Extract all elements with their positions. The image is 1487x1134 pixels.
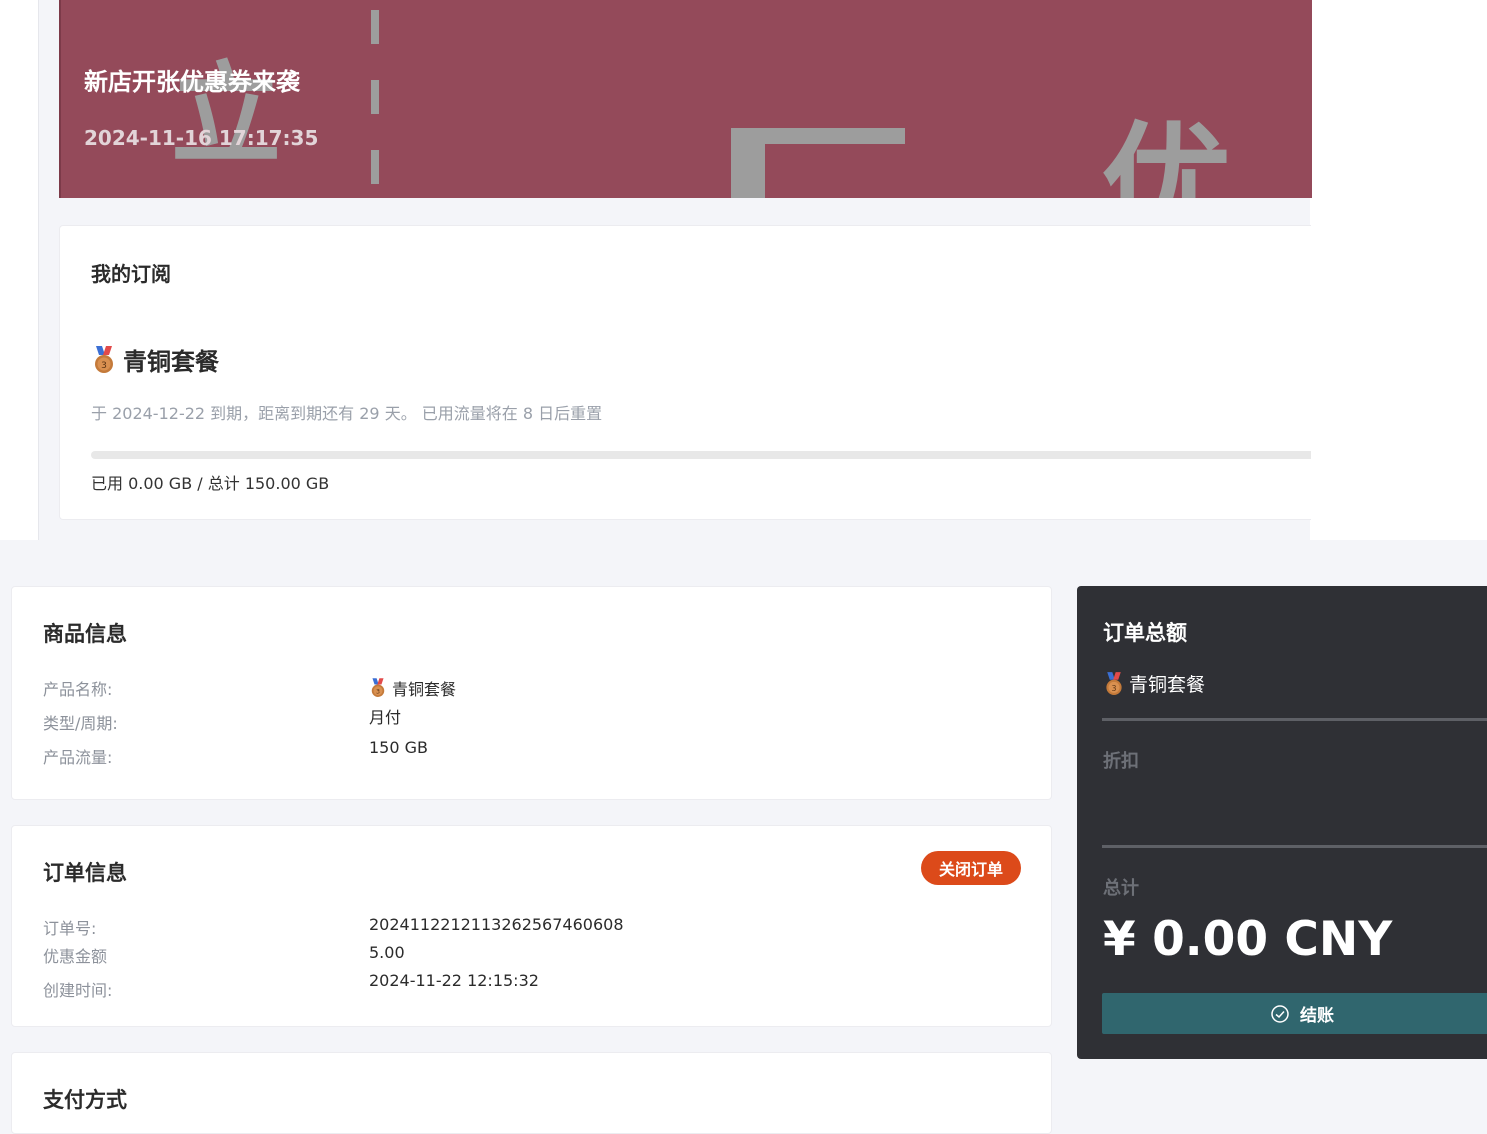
total-amount: ¥ 0.00 CNY (1103, 912, 1393, 967)
created-time-value: 2024-11-22 12:15:32 (369, 971, 539, 990)
summary-item-name: 青铜套餐 (1129, 674, 1206, 696)
product-name-text: 青铜套餐 (392, 680, 457, 699)
traffic-value: 150 GB (369, 738, 428, 757)
plan-name: 青铜套餐 (123, 348, 219, 376)
bronze-medal-icon: 3 (371, 678, 385, 697)
banner-title: 新店开张优惠券来袭 (84, 68, 300, 96)
usage-text: 已用 0.00 GB / 总计 150.00 GB (91, 474, 330, 493)
close-order-button[interactable]: 关闭订单 (920, 851, 1021, 885)
cycle-label: 类型/周期: (43, 714, 118, 733)
created-time-label: 创建时间: (43, 981, 113, 1000)
bronze-medal-icon: 3 (95, 345, 113, 373)
order-summary-panel: 订单总额 3 青铜套餐 折扣 总计 ¥ 0.00 CNY 结账 (1077, 586, 1487, 1059)
summary-title: 订单总额 (1103, 621, 1187, 645)
discount-amount-value: 5.00 (369, 943, 405, 962)
svg-text:3: 3 (1112, 683, 1117, 692)
total-label: 总计 (1103, 878, 1139, 899)
payment-method-title: 支付方式 (43, 1088, 127, 1112)
svg-text:3: 3 (101, 361, 107, 371)
checkout-label: 结账 (1300, 1006, 1334, 1026)
check-circle-icon (1271, 1004, 1289, 1023)
traffic-progress-bar (91, 451, 1311, 459)
order-number-label: 订单号: (43, 919, 97, 938)
traffic-label: 产品流量: (43, 748, 113, 767)
order-number-value: 2024112212113262567460608 (369, 915, 624, 934)
subscription-card: 我的订阅 3 青铜套餐 于 2024-12-22 到期，距离到期还有 29 天。… (59, 225, 1311, 520)
summary-divider (1102, 718, 1487, 721)
svg-text:3: 3 (376, 689, 380, 696)
expire-text: 于 2024-12-22 到期，距离到期还有 29 天。 已用流量将在 8 日后… (91, 404, 603, 423)
subscription-header: 我的订阅 (91, 262, 171, 286)
product-info-title: 商品信息 (43, 622, 127, 646)
discount-amount-label: 优惠金额 (43, 947, 108, 966)
banner-decoration: 优惠 (1101, 109, 1232, 198)
banner-decoration (731, 128, 765, 198)
summary-item: 3 青铜套餐 (1103, 670, 1205, 697)
payment-method-card: 支付方式 (11, 1052, 1052, 1134)
plan-row: 3 青铜套餐 (91, 342, 219, 377)
order-info-title: 订单信息 (43, 861, 127, 885)
cycle-value: 月付 (369, 708, 402, 727)
bronze-medal-icon: 3 (1106, 671, 1122, 695)
banner-dash (371, 80, 379, 114)
banner-time: 2024-11-16 17:17:35 (84, 126, 319, 150)
top-area: 立 优惠 新店开张优惠券来袭 2024-11-16 17:17:35 我的订阅 … (0, 0, 1487, 540)
product-name-label: 产品名称: (43, 680, 113, 699)
notice-banner[interactable]: 立 优惠 新店开张优惠券来袭 2024-11-16 17:17:35 (59, 0, 1312, 198)
banner-dash (371, 150, 379, 184)
product-info-card: 商品信息 产品名称: 3 青铜套餐 类型/周期: 月付 产品流量: 150 GB (11, 586, 1052, 800)
content-panel: 立 优惠 新店开张优惠券来袭 2024-11-16 17:17:35 我的订阅 … (38, 0, 1312, 540)
order-info-card: 订单信息 关闭订单 订单号: 2024112212113262567460608… (11, 825, 1052, 1027)
banner-dash (371, 10, 379, 44)
summary-divider (1102, 845, 1487, 848)
discount-label: 折扣 (1103, 751, 1139, 772)
product-name-value: 3 青铜套餐 (369, 676, 456, 700)
checkout-button[interactable]: 结账 (1102, 993, 1487, 1034)
